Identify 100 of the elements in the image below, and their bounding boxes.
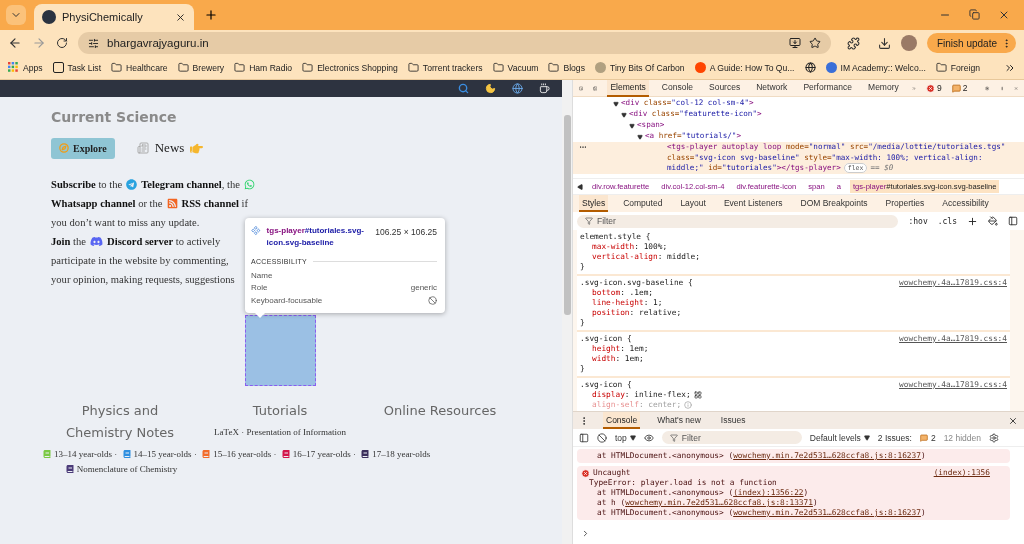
book-icon[interactable] <box>361 450 370 458</box>
filter-field[interactable]: Filter <box>577 214 899 228</box>
caret-icon[interactable] <box>629 434 636 441</box>
paragraph-text: Join the <box>51 236 87 247</box>
styles-pane-tab[interactable]: Event Listeners <box>720 195 786 212</box>
apps-icon <box>8 62 19 73</box>
sidebar-icon[interactable] <box>579 432 589 443</box>
bookmark-link[interactable]: Ham Radio <box>249 62 293 73</box>
paragraph-text: your opinion, making requests, suggestions <box>51 274 235 285</box>
bookmark-link[interactable]: IM Academy:: Welco... <box>840 62 926 73</box>
issues-count: 2 <box>930 432 936 443</box>
notes-link[interactable]: Nomenclature of Chemistry <box>76 464 178 474</box>
devtools-tab[interactable]: Sources <box>706 79 744 97</box>
devtools-tab[interactable]: Network <box>753 79 791 97</box>
finish-update-button[interactable]: Finish update <box>926 33 1016 53</box>
site-settings-icon[interactable] <box>88 37 99 49</box>
bookmark-link[interactable]: Tiny Bits Of Carbon <box>609 62 685 73</box>
new-tab-icon[interactable] <box>204 8 218 22</box>
drawer-tab[interactable]: What's new <box>654 412 704 429</box>
notes-link[interactable]: 14–15 year-olds <box>133 449 192 459</box>
styles-pane-tab[interactable]: Layout <box>677 195 709 212</box>
element-selector-text: tgs-player#tutoriales.svg-icon.svg-baseline <box>266 225 365 249</box>
error-count: 9 <box>936 83 942 93</box>
bookmark-link[interactable]: Vacuum <box>507 62 539 73</box>
news-link[interactable]: News <box>154 140 185 156</box>
bookmark-link[interactable]: Healthcare <box>126 62 168 73</box>
element-highlight <box>244 315 316 386</box>
folder-icon <box>234 62 246 73</box>
property-label: Role <box>251 283 268 293</box>
styles-pane-tab[interactable]: DOM Breakpoints <box>797 195 871 212</box>
bookmark-link[interactable]: Torrent trackers <box>422 62 483 73</box>
hidden-count: 12 hidden <box>943 432 981 443</box>
discord-icon[interactable] <box>90 235 104 248</box>
notes-link[interactable]: 15–16 year-olds <box>213 449 272 459</box>
reload-icon[interactable] <box>56 37 68 49</box>
styles-pane-tab[interactable]: Properties <box>882 195 928 212</box>
bookmark-link[interactable]: Brewery <box>192 62 225 73</box>
search-icon[interactable] <box>458 83 469 94</box>
close-icon[interactable] <box>175 11 186 23</box>
browser-tab[interactable]: PhysiChemically <box>34 4 194 30</box>
bookmark-link[interactable]: Foreign <box>950 62 980 73</box>
back-icon[interactable] <box>8 36 22 50</box>
filter-field[interactable]: Filter <box>661 431 802 444</box>
prompt-icon[interactable] <box>581 529 590 538</box>
paint-icon[interactable] <box>988 216 998 226</box>
bookmark-link[interactable]: Electronics Shopping <box>317 62 398 73</box>
moon-icon[interactable] <box>485 83 496 94</box>
drawer-tab[interactable]: Issues <box>717 412 749 429</box>
scroll-left-icon[interactable] <box>577 183 583 190</box>
bookmark-star-icon[interactable] <box>808 37 821 49</box>
devtools-tab[interactable]: Memory <box>865 79 902 97</box>
notes-link[interactable]: 17–18 year-olds <box>372 449 431 459</box>
styles-pane-tab[interactable]: Computed <box>620 195 666 212</box>
extensions-icon[interactable] <box>846 36 860 50</box>
download-icon[interactable] <box>877 36 891 50</box>
clear-console-icon[interactable] <box>597 432 607 443</box>
styles-pane-tab[interactable]: Accessibility <box>939 195 992 212</box>
bookmark-link[interactable]: Blogs <box>563 62 585 73</box>
install-icon[interactable] <box>788 37 801 49</box>
close-icon[interactable] <box>998 9 1010 21</box>
close-icon[interactable] <box>1008 415 1018 426</box>
hover-state-toggle[interactable]: :hov <box>908 216 928 226</box>
globe-icon[interactable] <box>512 83 523 94</box>
rss-icon[interactable] <box>166 198 178 209</box>
notes-link[interactable]: 16–17 year-olds <box>292 449 351 459</box>
section-heading: Current Science <box>51 108 178 127</box>
class-toggle[interactable]: .cls <box>937 216 957 226</box>
scrollbar-thumb[interactable] <box>563 115 571 315</box>
coffee-icon[interactable] <box>539 83 550 94</box>
log-levels-dropdown[interactable]: Default levels <box>809 432 861 443</box>
property-label: Keyboard-focusable <box>251 295 323 305</box>
bookmark-link[interactable]: A Guide: How To Qu... <box>709 62 795 73</box>
expanded-triangle-icon[interactable] <box>613 100 619 107</box>
expanded-triangle-icon[interactable] <box>621 111 627 118</box>
devtools-tab[interactable]: Console <box>658 79 696 97</box>
bookmark-link[interactable]: Apps <box>23 62 43 73</box>
new-rule-icon[interactable] <box>967 215 978 227</box>
avatar-icon[interactable] <box>900 35 917 51</box>
flex-editor-icon[interactable] <box>693 391 702 399</box>
paragraph-text: RSS channel if <box>181 198 249 209</box>
context-selector[interactable]: top <box>615 432 627 443</box>
settings-icon[interactable] <box>988 432 999 443</box>
book-icon[interactable] <box>65 465 74 473</box>
expanded-triangle-icon[interactable] <box>629 122 635 129</box>
caret-icon[interactable] <box>863 434 870 441</box>
restore-icon[interactable] <box>969 9 980 20</box>
expanded-triangle-icon[interactable] <box>637 133 643 140</box>
styles-pane-tab[interactable]: Styles <box>579 195 609 212</box>
explore-button[interactable]: Explore <box>51 137 115 159</box>
bookmark-link[interactable]: Task List <box>67 62 102 73</box>
book-icon[interactable] <box>281 450 290 458</box>
error-icon <box>925 83 935 93</box>
devtools-tab[interactable]: Performance <box>800 79 856 97</box>
issue-icon <box>951 83 961 93</box>
tab-title: PhysiChemically <box>62 11 144 23</box>
sidebar-icon[interactable] <box>1008 216 1018 226</box>
drawer-tab[interactable]: Console <box>603 412 641 429</box>
eye-icon[interactable] <box>643 432 654 443</box>
notes-link[interactable]: 13–14 year-olds <box>54 449 113 459</box>
address-bar[interactable]: bhargavrajyaguru.in <box>78 32 831 54</box>
